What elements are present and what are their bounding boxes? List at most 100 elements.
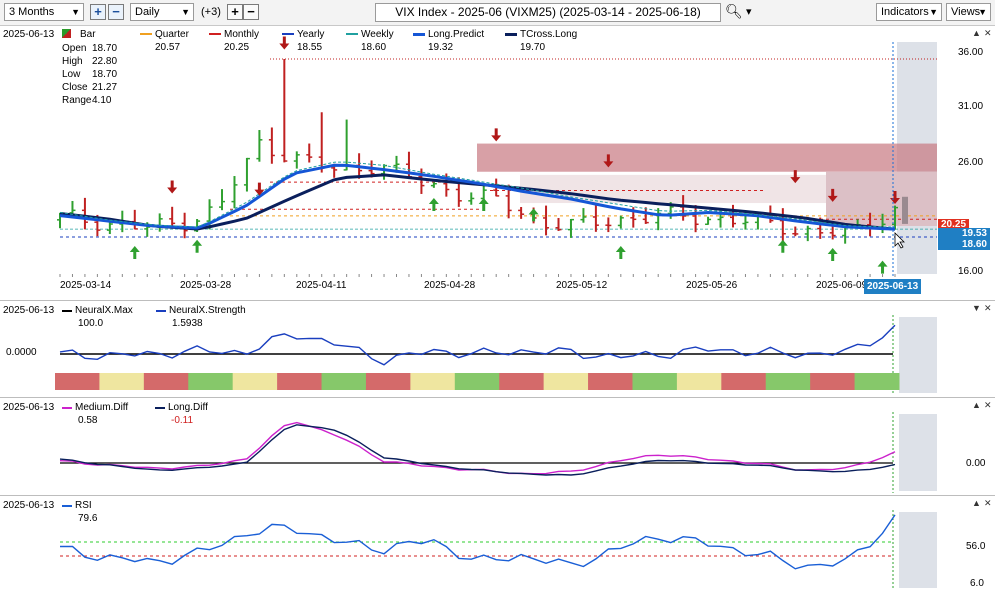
legend-value: 79.6 (78, 513, 98, 524)
legend-name: NeuralX.Strength (169, 305, 246, 316)
zoom-in-button[interactable]: + (90, 4, 106, 20)
buy-arrow-icon (192, 239, 203, 253)
search-icon[interactable]: 🔍︎ (725, 3, 743, 20)
rsi-panel[interactable]: 2025-06-13 RSI 79.6 56.0 6.0 ▲ ✕ (0, 495, 995, 591)
panel-collapse-icon[interactable]: ▼ (972, 303, 981, 313)
close-icon[interactable]: ✕ (984, 28, 992, 39)
signal-band-segment (543, 373, 589, 390)
price-chart[interactable] (0, 26, 995, 298)
sell-arrow-icon (491, 128, 502, 142)
panel-date: 2025-06-13 (3, 402, 55, 413)
legend-swatch (282, 33, 294, 35)
buy-arrow-icon (478, 197, 489, 211)
legend-swatch (62, 407, 72, 409)
price-panel[interactable]: 2025-06-13 Bar Open 18.70 High 22.80 Low 18.7… (0, 26, 995, 298)
rsi-chart[interactable] (0, 496, 995, 592)
diff-chart[interactable] (0, 398, 995, 495)
buy-arrow-icon (827, 248, 838, 262)
signal-band-segment (676, 373, 722, 390)
panel-date: 2025-06-13 (3, 29, 55, 40)
ohlc-key: Low (62, 69, 81, 80)
indicators-button[interactable]: Indicators ▼ (876, 3, 942, 21)
offset-plus-button[interactable]: + (227, 4, 243, 20)
legend-swatch (209, 33, 221, 35)
offset-minus-button[interactable]: − (243, 4, 259, 20)
price-tag-weekly: 18.60 (938, 239, 990, 250)
legend-swatch (62, 505, 72, 507)
buy-arrow-icon (528, 208, 539, 222)
panel-date: 2025-06-13 (3, 500, 55, 511)
ohlc-value: 21.27 (92, 82, 118, 93)
legend-name: RSI (75, 500, 92, 511)
x-tick-label: 2025-06-09 (816, 280, 868, 291)
diff-panel[interactable]: 2025-06-13 Medium.Diff 0.58 Long.Diff -0.11… (0, 397, 995, 494)
chevron-down-icon: ▼ (978, 7, 987, 17)
signal-band-segment (765, 373, 811, 390)
legend-name: Yearly (297, 29, 325, 40)
legend-value: 19.32 (428, 42, 454, 53)
interval-select[interactable]: Daily ▼ (130, 3, 194, 21)
chevron-down-icon[interactable]: ▾ (746, 5, 752, 18)
panel-date: 2025-06-13 (3, 305, 55, 316)
legend-value: 0.58 (78, 415, 98, 426)
panel-collapse-icon[interactable]: ▲ (972, 28, 981, 38)
sell-arrow-icon (279, 36, 290, 50)
ohlc-value: 22.80 (92, 56, 118, 67)
buy-arrow-icon (877, 260, 888, 274)
legend-name: Quarter (155, 29, 189, 40)
legend-value: -0.11 (171, 415, 194, 426)
neural-panel[interactable]: 2025-06-13 NeuralX.Max 100.0 NeuralX.Stren… (0, 300, 995, 396)
close-icon[interactable]: ✕ (984, 498, 992, 509)
signal-band-segment (632, 373, 678, 390)
legend-name: Long.Diff (168, 402, 208, 413)
legend-value: 18.55 (297, 42, 323, 53)
range-select[interactable]: 3 Months ▼ (4, 3, 84, 21)
ohlc-key: High (62, 56, 83, 67)
price-tag-long-predict: 19.53 (938, 228, 990, 239)
interval-offset: (+3) (201, 6, 221, 18)
indicators-label: Indicators (881, 6, 929, 18)
signal-band-segment (721, 373, 767, 390)
signal-band-segment (365, 373, 411, 390)
y-tick: 36.00 (958, 47, 984, 58)
neural-chart[interactable] (0, 301, 995, 397)
chevron-down-icon: ▼ (929, 7, 938, 17)
ohlc-value: 18.70 (92, 69, 118, 80)
signal-band-segment (55, 373, 100, 390)
ohlc-value: 18.70 (92, 43, 118, 54)
x-tick-label: 2025-05-26 (686, 280, 738, 291)
interval-select-value: Daily (135, 6, 160, 18)
legend-name: Monthly (224, 29, 260, 40)
symbol-title[interactable]: VIX Index - 2025-06 (VIXM25) (2025-03-14… (375, 3, 721, 22)
neural-strength-line (59, 324, 896, 366)
legend-name: TCross.Long (520, 29, 578, 40)
legend-name: Medium.Diff (75, 402, 129, 413)
bar-label: Bar (80, 29, 96, 40)
future-zone (899, 512, 937, 588)
legend-value: 18.60 (361, 42, 387, 53)
close-icon[interactable]: ✕ (984, 303, 992, 314)
future-zone (899, 414, 937, 491)
resistance-zone (477, 143, 937, 172)
zoom-out-button[interactable]: − (108, 4, 124, 20)
range-select-value: 3 Months (9, 6, 55, 18)
legend-swatch (505, 33, 517, 36)
ohlc-key: Close (62, 82, 88, 93)
legend-value: 20.57 (155, 42, 181, 53)
views-button[interactable]: Views ▼ (946, 3, 991, 21)
y-tick: 0.00 (966, 458, 986, 469)
panel-collapse-icon[interactable]: ▲ (972, 498, 981, 508)
y-tick: 31.00 (958, 101, 984, 112)
cursor-date-label: 2025-06-13 (864, 279, 922, 294)
signal-band-segment (277, 373, 323, 390)
close-icon[interactable]: ✕ (984, 400, 992, 411)
signal-band-segment (588, 373, 633, 390)
y-tick: 6.0 (970, 578, 984, 589)
x-tick-label: 2025-03-28 (180, 280, 232, 291)
legend-name: NeuralX.Max (75, 305, 133, 316)
sell-arrow-icon (167, 180, 178, 194)
legend-value: 19.70 (520, 42, 546, 53)
panel-collapse-icon[interactable]: ▲ (972, 400, 981, 410)
legend-value: 20.25 (224, 42, 250, 53)
legend-swatch (156, 310, 166, 312)
